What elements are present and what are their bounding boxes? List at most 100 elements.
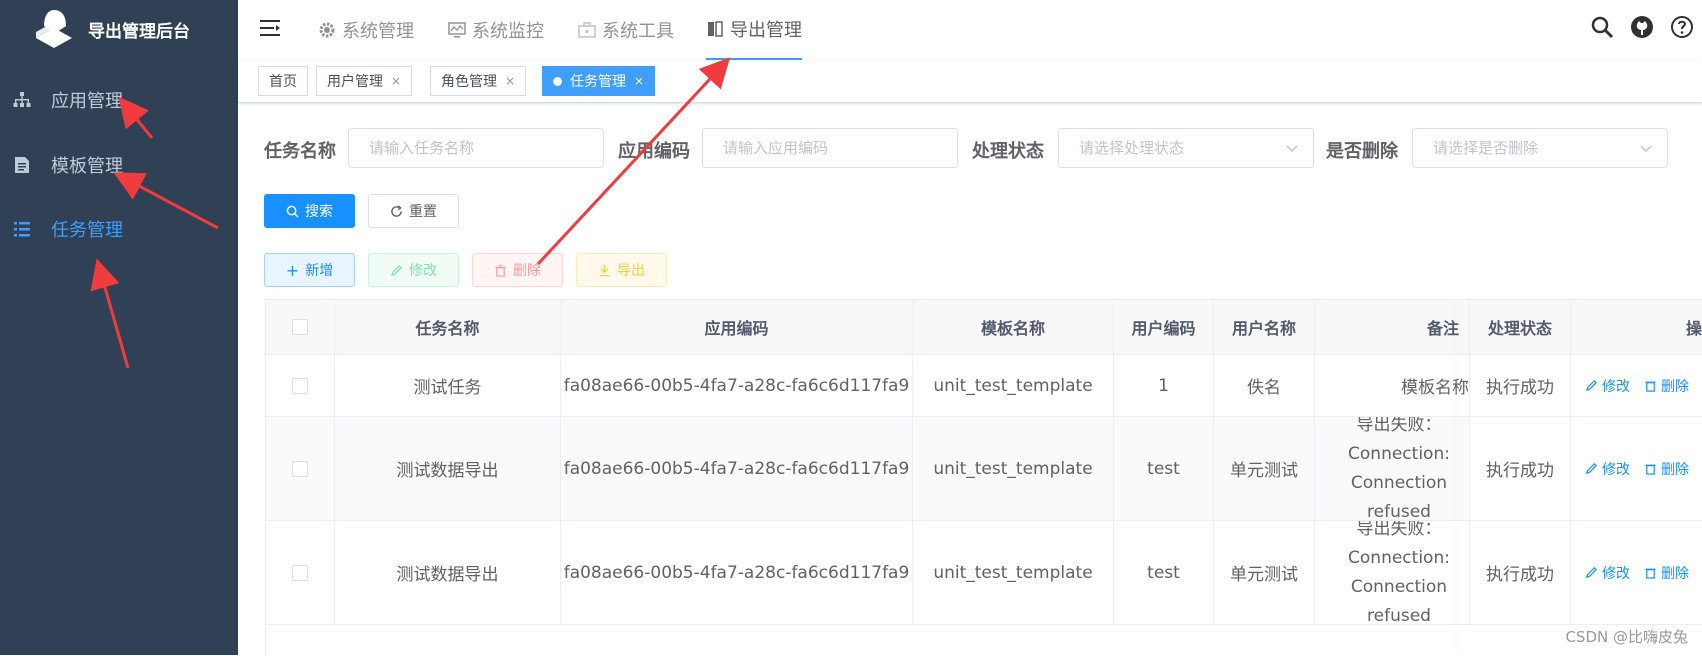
- row-checkbox[interactable]: [292, 460, 308, 477]
- row-checkbox-cell: [266, 417, 335, 521]
- column-header: 任务名称: [335, 300, 561, 355]
- edit-icon: [1585, 463, 1597, 475]
- fixed-column-shadow: [1461, 300, 1462, 656]
- tag-home[interactable]: 首页: [258, 66, 308, 96]
- operation-cell: 修改 删除: [1571, 417, 1702, 521]
- table-cell: fa08ae66-00b5-4fa7-a28c-fa6c6d117fa9: [561, 355, 913, 417]
- column-header: 模板名称: [913, 300, 1114, 355]
- topnav-system-tools[interactable]: 系统工具: [578, 0, 674, 60]
- status-select[interactable]: 请选择处理状态: [1058, 128, 1314, 168]
- status-label: 处理状态: [972, 141, 1044, 162]
- gear-icon: [319, 22, 335, 38]
- column-header: 处理状态: [1470, 300, 1571, 355]
- row-edit-link[interactable]: 修改: [1585, 376, 1630, 396]
- task-name-label: 任务名称: [264, 141, 336, 162]
- trash-icon: [1645, 464, 1656, 475]
- tag-role-management[interactable]: 角色管理 ×: [430, 66, 527, 96]
- app-code-input[interactable]: 请输入应用编码: [702, 128, 958, 168]
- github-icon[interactable]: [1630, 15, 1654, 39]
- active-dot-icon: [553, 76, 562, 86]
- logo[interactable]: 导出管理后台: [0, 0, 238, 56]
- sidebar-item-app-management[interactable]: 应用管理: [0, 72, 238, 128]
- row-edit-label: 修改: [1602, 565, 1630, 582]
- hamburger-icon[interactable]: [260, 18, 282, 38]
- row-edit-link[interactable]: 修改: [1585, 563, 1630, 583]
- refresh-icon: [391, 204, 402, 217]
- trash-icon: [1645, 381, 1656, 392]
- download-icon: [599, 264, 610, 276]
- top-right-actions: [1590, 15, 1694, 39]
- deleted-select[interactable]: 请选择是否删除: [1412, 128, 1668, 168]
- table-cell: 模板名称: [1315, 355, 1470, 417]
- search-button-label: 搜索: [305, 204, 333, 220]
- table-cell: unit_test_template: [913, 521, 1114, 625]
- table-cell: 执行成功: [1470, 417, 1571, 521]
- table-cell: 导出失败：Connection: Connection refused: [1315, 521, 1470, 625]
- sidebar-item-label: 任务管理: [51, 220, 123, 241]
- column-header: 用户编码: [1114, 300, 1214, 355]
- edit-icon: [1585, 567, 1597, 579]
- sidebar-item-template-management[interactable]: 模板管理: [0, 137, 238, 193]
- operation-cell: 修改 删除: [1571, 355, 1702, 417]
- tag-label: 首页: [269, 74, 297, 90]
- task-name-input[interactable]: 请输入任务名称: [348, 128, 604, 168]
- table-cell: unit_test_template: [913, 417, 1114, 521]
- list-icon: [14, 222, 30, 237]
- edit-button-label: 修改: [409, 263, 437, 279]
- row-checkbox-cell: [266, 355, 335, 417]
- edit-button[interactable]: 修改: [368, 253, 459, 287]
- topnav-label: 系统工具: [602, 21, 674, 42]
- search-button[interactable]: 搜索: [264, 194, 355, 228]
- table-cell: 导出失败：Connection: Connection refused: [1315, 417, 1470, 521]
- close-icon[interactable]: ×: [634, 74, 644, 88]
- tag-label: 任务管理: [570, 74, 626, 90]
- table-cell: 单元测试: [1214, 417, 1315, 521]
- plus-icon: +: [285, 260, 300, 280]
- reset-button[interactable]: 重置: [368, 194, 459, 228]
- row-edit-label: 修改: [1602, 461, 1630, 478]
- sidebar-item-task-management[interactable]: 任务管理: [0, 201, 238, 257]
- close-icon[interactable]: ×: [505, 74, 515, 88]
- column-header: 操: [1571, 300, 1702, 355]
- select-all-checkbox[interactable]: [292, 319, 308, 335]
- topnav-system-management[interactable]: 系统管理: [318, 0, 414, 60]
- row-delete-label: 删除: [1661, 378, 1689, 395]
- table-cell: 执行成功: [1470, 355, 1571, 417]
- add-button-label: 新增: [305, 263, 334, 279]
- topnav-export-management[interactable]: 导出管理: [706, 0, 802, 60]
- task-name-placeholder: 请输入任务名称: [369, 139, 475, 157]
- table-cell: 单元测试: [1214, 521, 1315, 625]
- table-cell: 测试数据导出: [335, 417, 561, 521]
- logo-icon: [36, 10, 72, 48]
- sidebar: 导出管理后台 应用管理 模板管理 任务管理: [0, 0, 238, 655]
- app-title: 导出管理后台: [88, 22, 190, 42]
- delete-button[interactable]: 删除: [472, 253, 563, 287]
- help-icon[interactable]: [1670, 15, 1694, 39]
- row-checkbox[interactable]: [292, 564, 308, 581]
- tag-task-management[interactable]: 任务管理 ×: [542, 66, 656, 96]
- row-delete-link[interactable]: 删除: [1644, 459, 1689, 479]
- add-button[interactable]: + 新增: [264, 253, 355, 287]
- delete-button-label: 删除: [513, 263, 541, 279]
- export-button-label: 导出: [617, 263, 645, 279]
- app-code-placeholder: 请输入应用编码: [723, 139, 829, 157]
- column-header: 应用编码: [561, 300, 913, 355]
- sitemap-icon: [13, 92, 31, 107]
- export-button[interactable]: 导出: [576, 253, 667, 287]
- close-icon[interactable]: ×: [391, 74, 401, 88]
- row-checkbox[interactable]: [292, 377, 308, 394]
- document-icon: [15, 157, 29, 173]
- row-delete-link[interactable]: 删除: [1644, 563, 1689, 583]
- column-header: 备注: [1315, 300, 1470, 355]
- row-delete-link[interactable]: 删除: [1644, 376, 1689, 396]
- search-icon[interactable]: [1590, 15, 1614, 39]
- row-edit-link[interactable]: 修改: [1585, 459, 1630, 479]
- reset-button-label: 重置: [409, 204, 437, 220]
- tags-view: 首页 用户管理 × 角色管理 × 任务管理 ×: [238, 60, 1702, 103]
- monitor-icon: [448, 22, 466, 38]
- table-cell: 执行成功: [1470, 521, 1571, 625]
- topnav-label: 系统管理: [342, 21, 414, 42]
- table-cell: 测试数据导出: [335, 521, 561, 625]
- topnav-system-monitor[interactable]: 系统监控: [448, 0, 544, 60]
- tag-user-management[interactable]: 用户管理 ×: [316, 66, 413, 96]
